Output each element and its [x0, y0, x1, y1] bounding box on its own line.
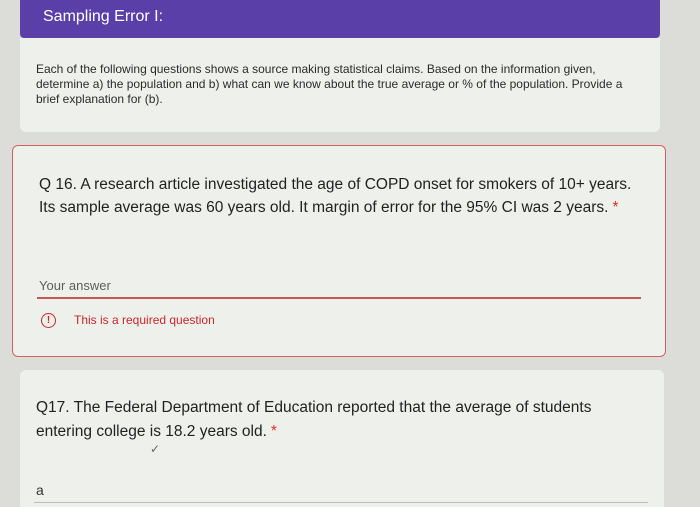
form-section-header: Sampling Error I: — [20, 0, 660, 38]
question-label: Q17. The Federal Department of Education… — [36, 399, 592, 440]
error-text: This is a required question — [74, 313, 215, 327]
question-card-q17: Q17. The Federal Department of Education… — [20, 370, 664, 507]
question-text: Q 16. A research article investigated th… — [39, 173, 639, 219]
answer-input[interactable]: Your answer — [39, 278, 111, 293]
answer-underline — [37, 297, 641, 299]
alert-circle-icon: ! — [41, 313, 56, 328]
required-asterisk: * — [270, 423, 277, 440]
question-label: Q 16. A research article investigated th… — [39, 176, 632, 216]
answer-underline — [34, 502, 648, 503]
section-description-card: Each of the following questions shows a … — [20, 38, 660, 132]
required-asterisk: * — [612, 199, 619, 216]
question-card-q16: Q 16. A research article investigated th… — [12, 145, 666, 357]
answer-input[interactable]: a — [36, 482, 44, 498]
section-title: Sampling Error I: — [43, 8, 164, 25]
section-description: Each of the following questions shows a … — [36, 62, 623, 106]
check-mark-icon: ✓ — [150, 442, 161, 456]
question-text: Q17. The Federal Department of Education… — [36, 396, 646, 444]
